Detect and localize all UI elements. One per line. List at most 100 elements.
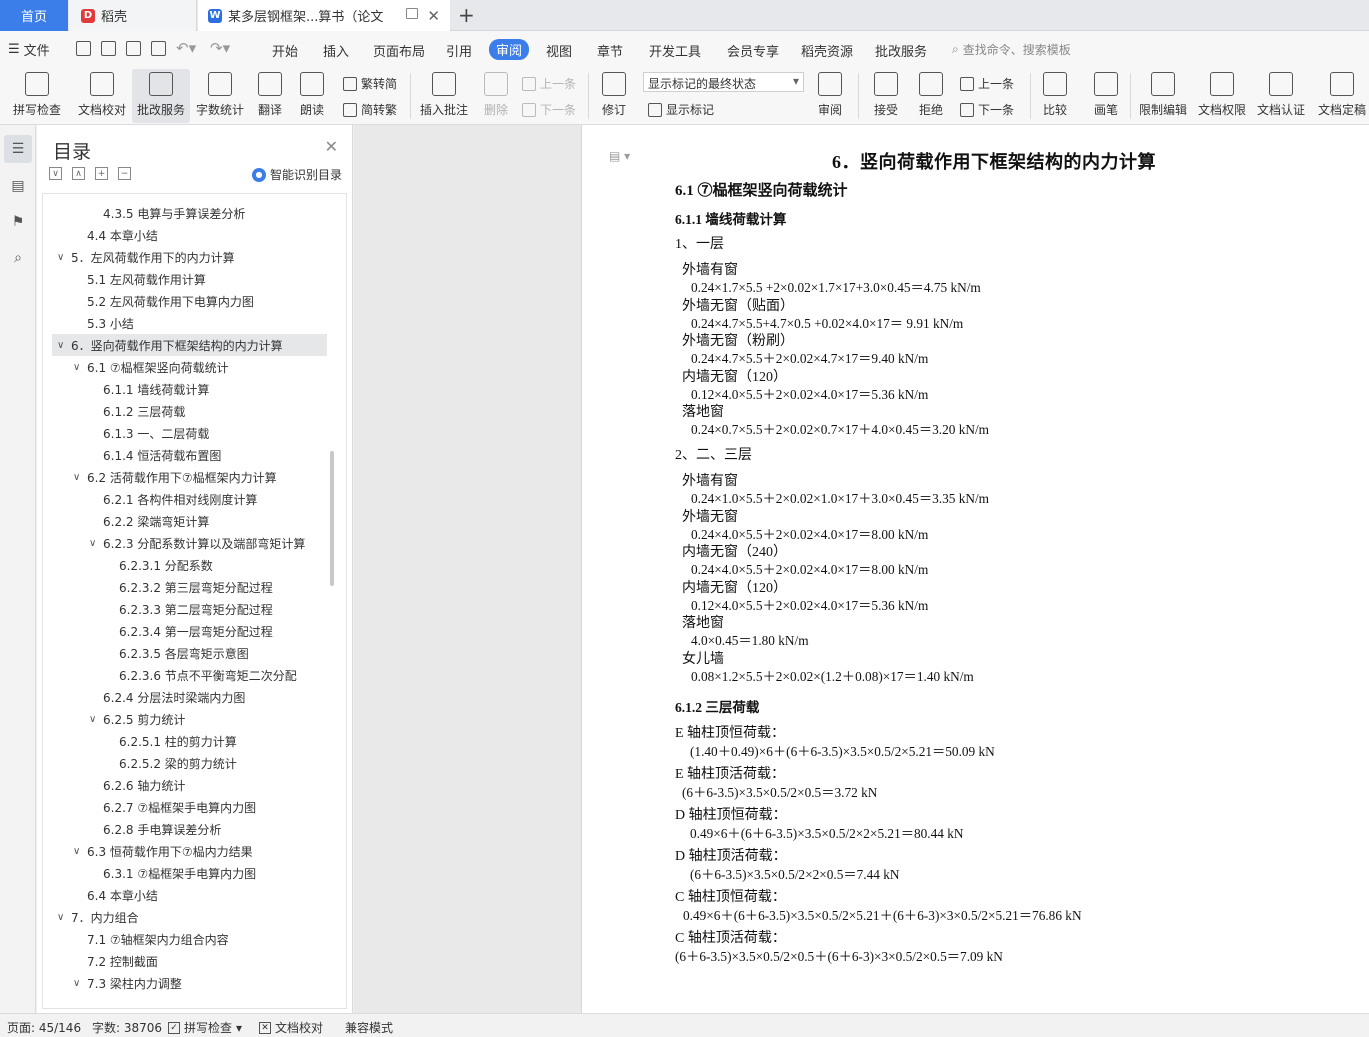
page-doc-icon[interactable]: ▤ ▾ [609,149,630,163]
word-count-button[interactable]: 字数统计 [194,69,246,123]
next-comment-button[interactable]: 下一条 [522,101,576,118]
toc-item[interactable]: 5.3 小结 [43,312,333,334]
document-page[interactable]: ▤ ▾ 6．竖向荷载作用下框架结构的内力计算 6.1 ⑦榀框架竖向荷载统计 6.… [581,125,1369,1013]
toc-item[interactable]: 4.3.5 电算与手算误差分析 [43,202,333,224]
tab-home[interactable]: 首页 [0,0,68,31]
doc-finalize-button[interactable]: 文档定稿 [1317,69,1367,123]
toc-item[interactable]: 6.2.2 梁端弯矩计算 [43,510,333,532]
print-preview-icon[interactable] [151,41,166,56]
toc-item[interactable]: ∨ 7.3 梁柱内力调整 [43,972,333,994]
menu-start[interactable]: 开始 [272,41,298,60]
toc-item[interactable]: ∨ 6．竖向荷载作用下框架结构的内力计算 [52,334,327,356]
toc-item[interactable]: 6.1.1 墙线荷载计算 [43,378,333,400]
tab-window-icon[interactable] [406,8,418,19]
doc-proof-button[interactable]: 文档校对 [74,69,130,123]
page-indicator[interactable]: 页面: 45/146 [7,1019,81,1036]
menu-review[interactable]: 审阅 [489,39,530,60]
chevron-down-icon[interactable]: ∨ [73,846,87,857]
toc-scrollbar[interactable] [330,451,334,586]
toc-item[interactable]: ∨ 5．左风荷载作用下的内力计算 [43,246,333,268]
accept-button[interactable]: 接受 [868,69,904,123]
read-aloud-button[interactable]: 朗读 [296,69,328,123]
trad-to-simp-button[interactable]: 繁转简 [343,75,397,92]
toc-item[interactable]: 6.2.7 ⑦榀框架手电算内力图 [43,796,333,818]
toc-item[interactable]: 6.2.5.1 柱的剪力计算 [43,730,333,752]
chevron-down-icon[interactable]: ∨ [57,340,71,351]
toc-item[interactable]: 6.2.4 分层法时梁端内力图 [43,686,333,708]
compare-button[interactable]: 比较 [1037,69,1073,123]
command-search[interactable]: ⌕ 查找命令、搜索模板 [952,41,1071,58]
collapse-all-icon[interactable]: ∧ [72,167,85,180]
toc-item[interactable]: 6.4 本章小结 [43,884,333,906]
bookmark-icon[interactable]: ⚑ [9,213,27,231]
chevron-down-icon[interactable]: ∨ [89,714,103,725]
tab-daoke[interactable]: D 稻壳 [69,0,197,31]
toc-item[interactable]: 7.2 控制截面 [43,950,333,972]
chevron-down-icon[interactable]: ∨ [73,472,87,483]
menu-view[interactable]: 视图 [546,41,572,60]
toc-item[interactable]: 6.1.4 恒活荷载布置图 [43,444,333,466]
word-count-indicator[interactable]: 字数: 38706 [92,1019,162,1036]
menu-correction-service[interactable]: 批改服务 [875,41,927,60]
toc-item[interactable]: 6.2.3.3 第二层弯矩分配过程 [43,598,333,620]
doc-rights-button[interactable]: 文档权限 [1197,69,1247,123]
insert-comment-button[interactable]: 插入批注 [418,69,470,123]
toc-icon[interactable]: ☰ [4,135,32,163]
toc-item[interactable]: 6.2.6 轴力统计 [43,774,333,796]
tab-document[interactable]: W 某多层钢框架...算书（论文） ✕ [198,0,450,31]
spell-check-button[interactable]: 拼写检查 [6,69,68,123]
toc-item[interactable]: 7.1 ⑦轴框架内力组合内容 [43,928,333,950]
redo-icon[interactable]: ↷▾ [210,39,230,57]
delete-comment-button[interactable]: 删除 [478,69,514,123]
chevron-down-icon[interactable]: ∨ [73,978,87,989]
toc-item[interactable]: ∨ 6.2 活荷载作用下⑦榀框架内力计算 [43,466,333,488]
status-proof[interactable]: ✕ 文档校对 [259,1019,323,1036]
pen-button[interactable]: 画笔 [1090,69,1122,123]
chevron-down-icon[interactable]: ∨ [89,538,103,549]
toc-item[interactable]: 6.2.3.5 各层弯矩示意图 [43,642,333,664]
toc-item[interactable]: ∨ 6.1 ⑦榀框架竖向荷载统计 [43,356,333,378]
toc-item[interactable]: 4.4 本章小结 [43,224,333,246]
toc-item[interactable]: 6.3.1 ⑦榀框架手电算内力图 [43,862,333,884]
markup-state-select[interactable]: 显示标记的最终状态 [643,72,804,92]
expand-all-icon[interactable]: ∨ [49,167,62,180]
track-changes-button[interactable]: 修订 [596,69,632,123]
menu-developer[interactable]: 开发工具 [649,41,701,60]
toc-item[interactable]: ∨ 6.2.5 剪力统计 [43,708,333,730]
toc-item[interactable]: 6.1.2 三层荷载 [43,400,333,422]
search-icon[interactable]: ⌕ [9,249,27,267]
toc-item[interactable]: 5.1 左风荷载作用计算 [43,268,333,290]
show-markup-button[interactable]: 显示标记 [648,101,714,118]
toc-item[interactable]: ∨ 7．内力组合 [43,906,333,928]
status-spell-check[interactable]: ✓ 拼写检查 ▾ [168,1019,242,1036]
toc-item[interactable]: 6.2.3.4 第一层弯矩分配过程 [43,620,333,642]
toc-item[interactable]: 6.2.5.2 梁的剪力统计 [43,752,333,774]
save-icon[interactable] [76,41,91,56]
toc-item[interactable]: 5.2 左风荷载作用下电算内力图 [43,290,333,312]
menu-section[interactable]: 章节 [597,41,623,60]
new-tab-icon[interactable]: + [458,3,475,27]
toc-item[interactable]: ∨ 6.3 恒荷载作用下⑦榀内力结果 [43,840,333,862]
smart-toc-button[interactable]: ● 智能识别目录 [251,166,342,183]
menu-page-layout[interactable]: 页面布局 [373,41,425,60]
next-change-button[interactable]: 下一条 [960,101,1014,118]
translate-button[interactable]: 翻译 [252,69,288,123]
export-pdf-icon[interactable] [101,41,116,56]
menu-insert[interactable]: 插入 [323,41,349,60]
chevron-down-icon[interactable]: ∨ [73,362,87,373]
menu-references[interactable]: 引用 [446,41,472,60]
toc-item[interactable]: 6.2.1 各构件相对线刚度计算 [43,488,333,510]
correction-service-button[interactable]: 批改服务 [132,69,190,123]
toc-item[interactable]: 6.2.3.1 分配系数 [43,554,333,576]
chapter-nav-icon[interactable]: ▤ [9,177,27,195]
restrict-editing-button[interactable]: 限制编辑 [1138,69,1188,123]
simp-to-trad-button[interactable]: 简转繁 [343,101,397,118]
undo-icon[interactable]: ↶▾ [176,39,196,57]
menu-member[interactable]: 会员专享 [727,41,779,60]
doc-certify-button[interactable]: 文档认证 [1256,69,1306,123]
file-menu[interactable]: ☰ 文件 [8,40,50,59]
chevron-down-icon[interactable]: ∨ [57,252,71,263]
close-icon[interactable]: ✕ [325,137,338,156]
toc-item[interactable]: ∨ 6.2.3 分配系数计算以及端部弯矩计算 [43,532,333,554]
prev-change-button[interactable]: 上一条 [960,75,1014,92]
